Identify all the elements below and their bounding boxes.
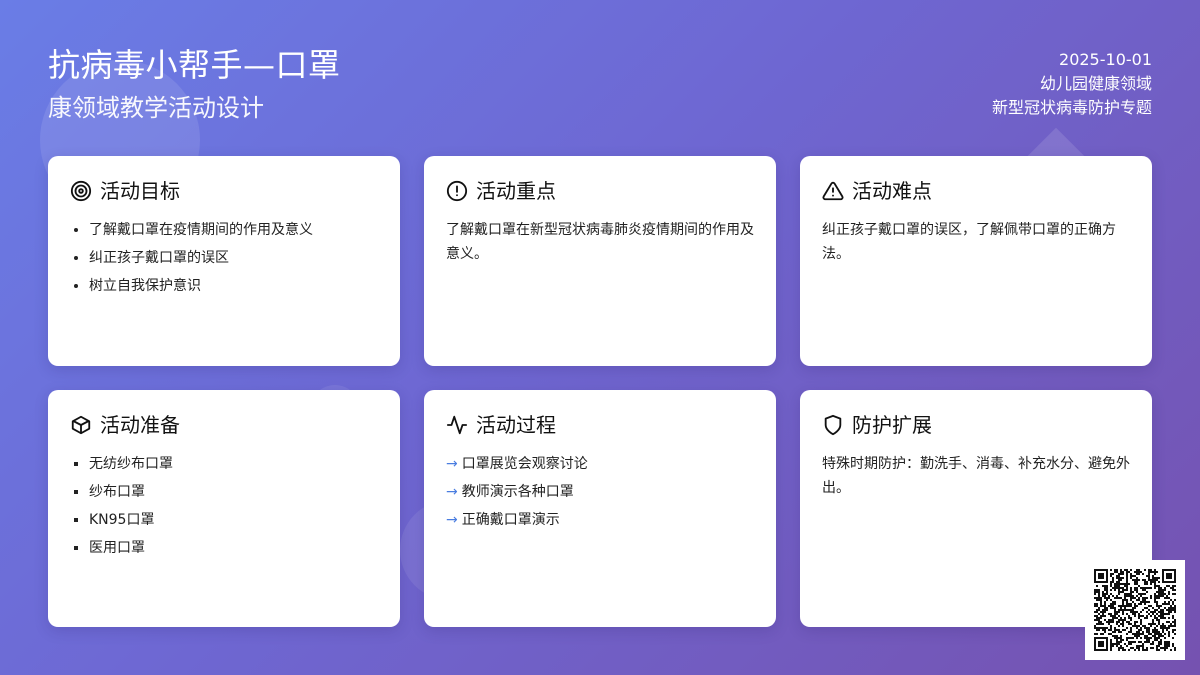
- list-item: 纱布口罩: [89, 480, 378, 504]
- shield-icon: [824, 414, 842, 436]
- topic-label: 新型冠状病毒防护专题: [991, 98, 1152, 117]
- arrow-right-icon: →: [446, 512, 458, 528]
- warning-triangle-icon: [822, 181, 844, 201]
- card-title: 活动重点: [476, 179, 556, 203]
- preparation-list: 无纺纱布口罩 纱布口罩 KN95口罩 医用口罩: [70, 452, 378, 560]
- card-text: 纠正孩子戴口罩的误区，了解佩带口罩的正确方法。: [822, 222, 1116, 262]
- card-title: 活动目标: [100, 179, 180, 203]
- activity-icon: [446, 415, 468, 435]
- list-item: KN95口罩: [89, 508, 378, 532]
- card-preparation: 活动准备 无纺纱布口罩 纱布口罩 KN95口罩 医用口罩: [48, 390, 400, 627]
- qr-code-icon: [1094, 569, 1176, 651]
- date-label: 2025-10-01: [1059, 50, 1152, 69]
- box-icon: [71, 415, 91, 435]
- card-process: 活动过程 → 口罩展览会观察讨论 → 教师演示各种口罩 → 正确戴口罩演示: [424, 390, 776, 627]
- list-item: → 口罩展览会观察讨论: [446, 456, 588, 472]
- card-text: 特殊时期防护：勤洗手、消毒、补充水分、避免外出。: [822, 456, 1130, 496]
- card-key-points: 活动重点 了解戴口罩在新型冠状病毒肺炎疫情期间的作用及意义。: [424, 156, 776, 366]
- card-title: 防护扩展: [852, 413, 932, 437]
- list-item: 纠正孩子戴口罩的误区: [89, 246, 378, 270]
- list-item: → 正确戴口罩演示: [446, 512, 560, 528]
- list-item: 医用口罩: [89, 536, 378, 560]
- list-item: → 教师演示各种口罩: [446, 484, 574, 500]
- target-icon: [70, 180, 92, 202]
- card-goals: 活动目标 了解戴口罩在疫情期间的作用及意义 纠正孩子戴口罩的误区 树立自我保护意…: [48, 156, 400, 366]
- list-item: 了解戴口罩在疫情期间的作用及意义: [89, 218, 378, 242]
- qr-code: [1085, 560, 1185, 660]
- header-meta: 2025-10-01 幼儿园健康领域 新型冠状病毒防护专题: [992, 48, 1152, 120]
- header: 抗病毒小帮手—口罩 康领域教学活动设计: [48, 44, 341, 124]
- category-label: 幼儿园健康领域: [1039, 74, 1152, 93]
- card-title: 活动难点: [852, 179, 932, 203]
- list-item: 树立自我保护意识: [89, 274, 378, 298]
- card-text: 了解戴口罩在新型冠状病毒肺炎疫情期间的作用及意义。: [446, 222, 754, 262]
- card-title: 活动准备: [100, 413, 180, 437]
- card-title: 活动过程: [476, 413, 556, 437]
- page-title: 抗病毒小帮手—口罩: [48, 46, 341, 84]
- list-item: 无纺纱布口罩: [89, 452, 378, 476]
- process-list: → 口罩展览会观察讨论 → 教师演示各种口罩 → 正确戴口罩演示: [446, 452, 754, 532]
- arrow-right-icon: →: [446, 484, 458, 500]
- goals-list: 了解戴口罩在疫情期间的作用及意义 纠正孩子戴口罩的误区 树立自我保护意识: [70, 218, 378, 298]
- arrow-right-icon: →: [446, 456, 458, 472]
- card-difficulties: 活动难点 纠正孩子戴口罩的误区，了解佩带口罩的正确方法。: [800, 156, 1152, 366]
- page-subtitle: 康领域教学活动设计: [48, 94, 264, 122]
- card-grid: 活动目标 了解戴口罩在疫情期间的作用及意义 纠正孩子戴口罩的误区 树立自我保护意…: [48, 156, 1152, 627]
- alert-circle-icon: [446, 180, 468, 202]
